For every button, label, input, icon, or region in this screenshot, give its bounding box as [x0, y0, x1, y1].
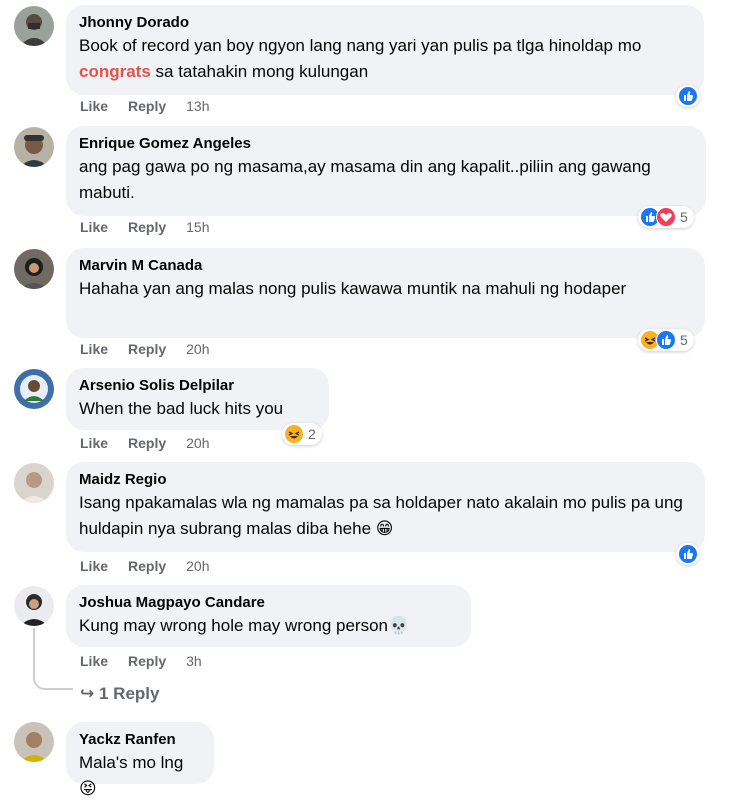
like-link[interactable]: Like — [80, 653, 108, 669]
timestamp[interactable]: 20h — [186, 558, 209, 574]
view-replies-link[interactable]: ↪ 1 Reply — [80, 684, 159, 704]
like-link[interactable]: Like — [80, 435, 108, 451]
like-link[interactable]: Like — [80, 219, 108, 235]
replies-count: 1 Reply — [98, 684, 160, 703]
reply-link[interactable]: Reply — [128, 98, 166, 114]
comment-bubble: Joshua Magpayo Candare Kung may wrong ho… — [66, 585, 471, 647]
comment-text: Isang npakamalas wla ng mamalas pa sa ho… — [79, 493, 683, 538]
reaction-summary[interactable]: 5 — [638, 206, 694, 228]
comment-text: Kung may wrong hole may wrong person💀 — [79, 616, 410, 635]
avatar[interactable] — [14, 369, 54, 409]
comment-author[interactable]: Marvin M Canada — [79, 256, 691, 276]
comment-text-part: sa tatahakin mong kulungan — [150, 62, 369, 81]
reaction-summary[interactable]: 5 — [638, 329, 694, 351]
reply-arrow-icon: ↪ — [80, 684, 95, 703]
comment-text: When the bad luck hits you — [79, 399, 284, 418]
timestamp[interactable]: 20h — [186, 341, 209, 357]
like-reaction-icon — [678, 86, 698, 106]
love-reaction-icon — [656, 207, 676, 227]
like-link[interactable]: Like — [80, 341, 108, 357]
comment-bubble: Jhonny Dorado Book of record yan boy ngy… — [66, 5, 704, 95]
like-reaction-icon — [678, 544, 698, 564]
comment-author[interactable]: Joshua Magpayo Candare — [79, 593, 457, 613]
avatar[interactable] — [14, 586, 54, 626]
comment-author[interactable]: Jhonny Dorado — [79, 13, 690, 33]
like-link[interactable]: Like — [80, 558, 108, 574]
timestamp[interactable]: 13h — [186, 98, 209, 114]
timestamp[interactable]: 3h — [186, 653, 202, 669]
avatar[interactable] — [14, 463, 54, 503]
reaction-count: 2 — [308, 426, 316, 442]
comment-bubble: Enrique Gomez Angeles ang pag gawa po ng… — [66, 126, 706, 216]
haha-reaction-icon — [284, 424, 304, 444]
comment-actions: Like Reply 3h — [80, 653, 202, 669]
comment-bubble: Arsenio Solis Delpilar When the bad luck… — [66, 368, 329, 430]
comment-author[interactable]: Enrique Gomez Angeles — [79, 134, 692, 154]
avatar[interactable] — [14, 722, 54, 762]
comment-actions: Like Reply 13h — [80, 98, 210, 114]
comment-text: ang pag gawa po ng masama,ay masama din … — [79, 157, 651, 202]
reaction-summary[interactable] — [676, 85, 700, 107]
comment-bubble: Marvin M Canada Hahaha yan ang malas non… — [66, 248, 705, 338]
reply-link[interactable]: Reply — [128, 435, 166, 451]
reply-thread-line — [33, 628, 73, 690]
comment-actions: Like Reply 15h — [80, 219, 210, 235]
avatar[interactable] — [14, 6, 54, 46]
reaction-count: 5 — [680, 209, 688, 225]
comment-text: Hahaha yan ang malas nong pulis kawawa m… — [79, 279, 627, 298]
avatar[interactable] — [14, 249, 54, 289]
reply-link[interactable]: Reply — [128, 558, 166, 574]
like-reaction-icon — [656, 330, 676, 350]
comment-actions: Like Reply 20h — [80, 435, 210, 451]
comment-author[interactable]: Arsenio Solis Delpilar — [79, 376, 315, 396]
comment-author[interactable]: Yackz Ranfen — [79, 730, 200, 750]
comment-text: Mala's mo lng 😝 — [79, 753, 184, 798]
highlighted-word: congrats — [79, 62, 151, 81]
reaction-summary[interactable] — [676, 543, 700, 565]
avatar[interactable] — [14, 127, 54, 167]
timestamp[interactable]: 20h — [186, 435, 209, 451]
comment-text: Book of record yan boy ngyon lang nang y… — [79, 33, 690, 85]
comment-text-part: Book of record yan boy ngyon lang nang y… — [79, 36, 642, 55]
comment-actions: Like Reply 20h — [80, 558, 210, 574]
reply-link[interactable]: Reply — [128, 219, 166, 235]
reply-link[interactable]: Reply — [128, 653, 166, 669]
reply-link[interactable]: Reply — [128, 341, 166, 357]
reaction-summary[interactable]: 2 — [282, 423, 322, 445]
reaction-count: 5 — [680, 332, 688, 348]
like-link[interactable]: Like — [80, 98, 108, 114]
timestamp[interactable]: 15h — [186, 219, 209, 235]
comment-author[interactable]: Maidz Regio — [79, 470, 691, 490]
comment-actions: Like Reply 20h — [80, 341, 210, 357]
comment-bubble: Maidz Regio Isang npakamalas wla ng mama… — [66, 462, 705, 552]
